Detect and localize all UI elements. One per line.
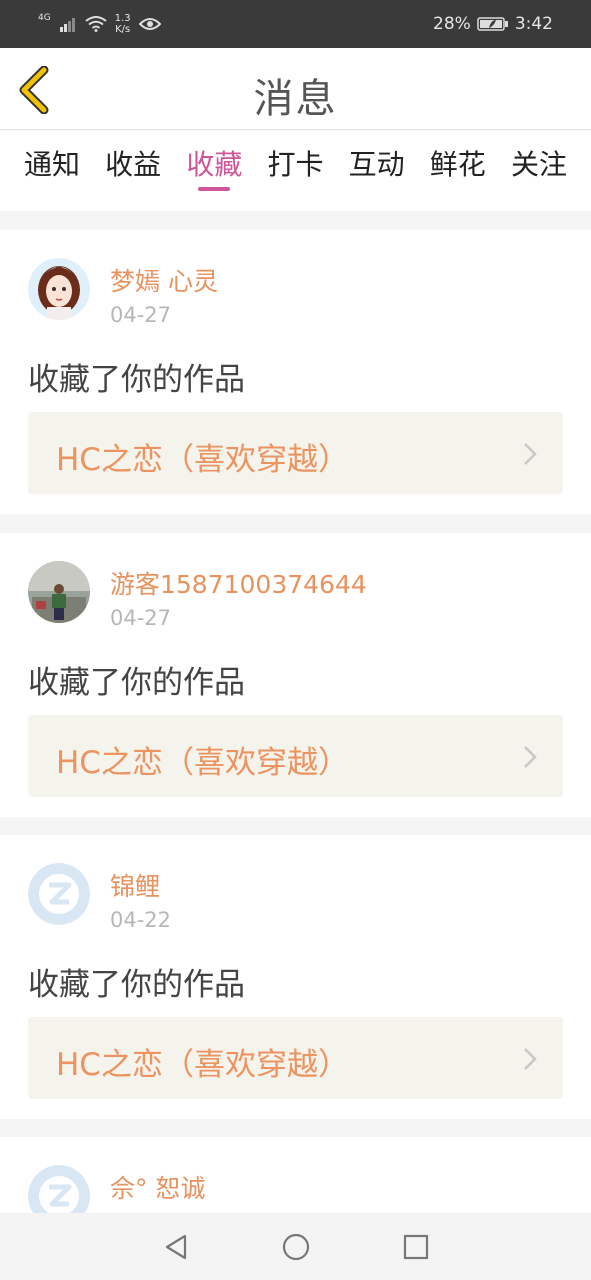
network-label: 4G xyxy=(38,13,51,23)
user-name[interactable]: 梦嫣 心灵 xyxy=(110,262,218,298)
nav-recents-button[interactable] xyxy=(400,1231,432,1263)
page-title: 消息 xyxy=(253,76,338,122)
active-tab-indicator xyxy=(198,187,231,191)
chevron-right-icon xyxy=(524,1048,537,1070)
battery-icon xyxy=(477,17,508,31)
user-avatar[interactable] xyxy=(28,561,90,623)
battery-percent: 28% xyxy=(433,14,471,34)
anime-girl-avatar-icon xyxy=(28,258,90,320)
message-date: 04-22 xyxy=(110,908,172,932)
status-bar: 4G 1.3 K/s 28% 3:42 xyxy=(0,0,591,48)
user-name[interactable]: 佘° 恕诚 xyxy=(110,1169,205,1205)
nav-back-button[interactable] xyxy=(160,1231,192,1263)
signal-icon xyxy=(59,18,75,32)
message-date: 04-27 xyxy=(110,606,172,630)
work-title: HC之恋（喜欢穿越） xyxy=(56,745,349,781)
square-recents-icon xyxy=(403,1234,428,1259)
tab-interaction[interactable]: 互动 xyxy=(349,131,405,211)
clock: 3:42 xyxy=(514,14,553,34)
app-header: 消息 xyxy=(0,48,591,130)
tab-follows[interactable]: 关注 xyxy=(511,131,567,211)
action-text: 收藏了你的作品 xyxy=(28,362,245,398)
work-title: HC之恋（喜欢穿越） xyxy=(56,1047,349,1083)
user-avatar[interactable] xyxy=(28,1165,90,1213)
photo-person-avatar-icon xyxy=(28,561,90,623)
user-avatar[interactable] xyxy=(28,258,90,320)
circle-home-icon xyxy=(282,1233,309,1260)
tab-earnings[interactable]: 收益 xyxy=(105,131,161,211)
action-text: 收藏了你的作品 xyxy=(28,665,245,701)
work-link[interactable]: HC之恋（喜欢穿越） xyxy=(28,412,563,494)
user-name[interactable]: 锦鲤 xyxy=(110,867,160,903)
chevron-right-icon xyxy=(524,443,537,465)
default-z-avatar-icon xyxy=(28,863,90,925)
nav-home-button[interactable] xyxy=(280,1231,312,1263)
work-title: HC之恋（喜欢穿越） xyxy=(56,442,349,478)
tab-checkin[interactable]: 打卡 xyxy=(267,131,323,211)
work-link[interactable]: HC之恋（喜欢穿越） xyxy=(28,715,563,797)
tab-flowers[interactable]: 鲜花 xyxy=(430,131,486,211)
action-text: 收藏了你的作品 xyxy=(28,967,245,1003)
network-speed: 1.3 K/s xyxy=(114,13,131,35)
message-card: 锦鲤 04-22 收藏了你的作品 HC之恋（喜欢穿越） xyxy=(0,835,591,1119)
system-nav-bar xyxy=(0,1213,591,1280)
default-z-avatar-icon xyxy=(28,1165,90,1213)
message-card: 梦嫣 心灵 04-27 收藏了你的作品 HC之恋（喜欢穿越） xyxy=(0,230,591,514)
user-name[interactable]: 游客1587100374644 xyxy=(110,565,367,601)
message-date: 04-27 xyxy=(110,303,172,327)
chevron-right-icon xyxy=(524,746,537,768)
tab-bar: 通知 收益 收藏 打卡 互动 鲜花 关注 xyxy=(0,131,591,211)
wifi-icon xyxy=(85,16,107,32)
triangle-back-icon xyxy=(165,1234,186,1259)
work-link[interactable]: HC之恋（喜欢穿越） xyxy=(28,1017,563,1099)
message-card: 游客1587100374644 04-27 收藏了你的作品 HC之恋（喜欢穿越） xyxy=(0,533,591,817)
message-card: 佘° 恕诚 xyxy=(0,1137,591,1213)
eye-icon xyxy=(138,18,161,30)
tab-notifications[interactable]: 通知 xyxy=(24,131,80,211)
tab-favorites[interactable]: 收藏 xyxy=(186,131,242,211)
user-avatar[interactable] xyxy=(28,863,90,925)
